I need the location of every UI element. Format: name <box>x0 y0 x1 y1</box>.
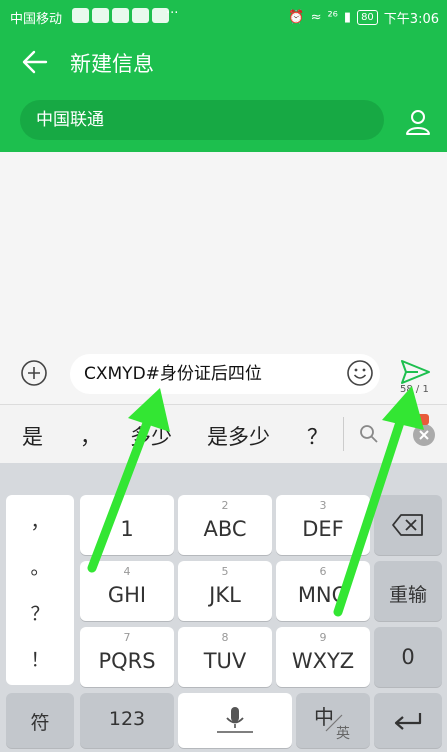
plus-circle-icon[interactable] <box>20 359 48 387</box>
punctuation-key[interactable]: ！ <box>6 645 74 672</box>
enter-icon <box>394 713 422 730</box>
key-tuv[interactable]: 8 TUV <box>178 627 272 687</box>
key-def[interactable]: 3 DEF <box>276 495 370 555</box>
wechat-icon <box>72 8 89 23</box>
key-jkl[interactable]: 5 JKL <box>178 561 272 621</box>
key-number: 9 <box>319 631 327 644</box>
key-abc[interactable]: 2 ABC <box>178 495 272 555</box>
more-notifications: ··· <box>166 6 179 21</box>
candidate-item[interactable]: 是多少 <box>207 421 270 451</box>
key-label: ABC <box>203 517 247 541</box>
candidate-item[interactable]: 是 <box>22 421 43 451</box>
punctuation-column: ， 。 ？ ！ <box>6 495 74 685</box>
microphone-icon <box>217 707 253 733</box>
key-wxyz[interactable]: 9 WXYZ <box>276 627 370 687</box>
punctuation-key[interactable]: ， <box>6 507 74 534</box>
key-pqrs[interactable]: 7 PQRS <box>80 627 174 687</box>
keyboard-skin-icon[interactable] <box>412 412 430 426</box>
wifi-icon: ≈ <box>310 10 322 25</box>
candidate-item[interactable]: ？ <box>307 421 328 451</box>
punctuation-key[interactable]: 。 <box>6 553 74 580</box>
key-number: 3 <box>319 499 327 512</box>
key-label: 0 <box>401 645 415 669</box>
key-number: 5 <box>221 565 229 578</box>
person-icon[interactable] <box>402 106 434 138</box>
key-label: DEF <box>302 517 344 541</box>
page-title: 新建信息 <box>70 52 154 76</box>
key-number: 6 <box>319 565 327 578</box>
character-counter: 58 / 1 <box>400 384 429 395</box>
status-right: ⏰ ≈ ²⁶ ▮ 80 下午3:06 <box>288 8 439 27</box>
recipient-field[interactable]: 中国联通 <box>20 100 384 140</box>
arrow-left-icon[interactable] <box>20 48 50 76</box>
key-label: PQRS <box>98 649 156 673</box>
search-icon[interactable] <box>358 423 380 445</box>
close-icon[interactable] <box>412 423 436 447</box>
key-label: JKL <box>209 583 241 607</box>
key-ghi[interactable]: 4 GHI <box>80 561 174 621</box>
map-icon <box>92 8 109 23</box>
delete-key[interactable] <box>374 495 442 555</box>
key-number: 4 <box>123 565 131 578</box>
battery-level: 80 <box>357 10 378 25</box>
space-key[interactable] <box>178 693 292 748</box>
key-mno[interactable]: 6 MNO <box>276 561 370 621</box>
enter-key[interactable] <box>374 693 442 748</box>
alarm-icon: ⏰ <box>288 10 305 25</box>
key-label: 重输 <box>388 584 427 606</box>
key-1[interactable]: 1 <box>80 495 174 555</box>
smiley-icon[interactable] <box>346 359 374 387</box>
key-number: 2 <box>221 499 229 512</box>
key-label: 1 <box>120 517 134 541</box>
candidate-item[interactable]: 多少 <box>130 421 172 451</box>
message-input[interactable]: CXMYD#身份证后四位 <box>70 354 380 394</box>
app-header-background: 中国移动 ··· ⏰ ≈ ²⁶ ▮ 80 下午3:06 新建信息 中国联通 <box>0 0 447 152</box>
key-number: 7 <box>123 631 131 644</box>
reenter-key[interactable]: 重输 <box>374 561 442 621</box>
signal-icon: ▮ <box>343 10 352 25</box>
number-switch-key[interactable]: 123 <box>80 693 174 748</box>
carrier-name: 中国移动 <box>10 12 63 27</box>
divider <box>343 417 344 451</box>
key-label: MNO <box>297 583 349 607</box>
key-label: 123 <box>108 708 146 730</box>
punctuation-key[interactable]: ？ <box>6 599 74 626</box>
key-number: 8 <box>221 631 229 644</box>
network-type: ²⁶ <box>327 10 338 25</box>
clock: 下午3:06 <box>383 12 439 27</box>
app-icon <box>132 8 149 23</box>
notification-icons <box>72 8 169 23</box>
key-label: TUV <box>203 649 247 673</box>
key-label: WXYZ <box>291 649 355 673</box>
divider <box>325 714 343 732</box>
status-bar: 中国移动 ··· ⏰ ≈ ²⁶ ▮ 80 下午3:06 <box>0 0 447 32</box>
candidate-item[interactable]: ， <box>80 421 101 451</box>
symbol-key[interactable]: 符 <box>6 693 74 748</box>
zero-key[interactable]: 0 <box>374 627 442 687</box>
language-switch-key[interactable]: 中 英 <box>296 693 370 748</box>
candidate-bar: 是 ， 多少 是多少 ？ <box>0 405 447 463</box>
key-label: 符 <box>30 712 50 734</box>
backspace-icon <box>392 514 423 536</box>
title-bar: 新建信息 <box>0 38 447 86</box>
key-label: GHI <box>107 583 147 607</box>
compose-bar: CXMYD#身份证后四位 58 / 1 <box>0 350 447 406</box>
send-icon[interactable] <box>398 358 432 386</box>
conversation-area <box>0 152 447 350</box>
app-icon <box>112 8 129 23</box>
